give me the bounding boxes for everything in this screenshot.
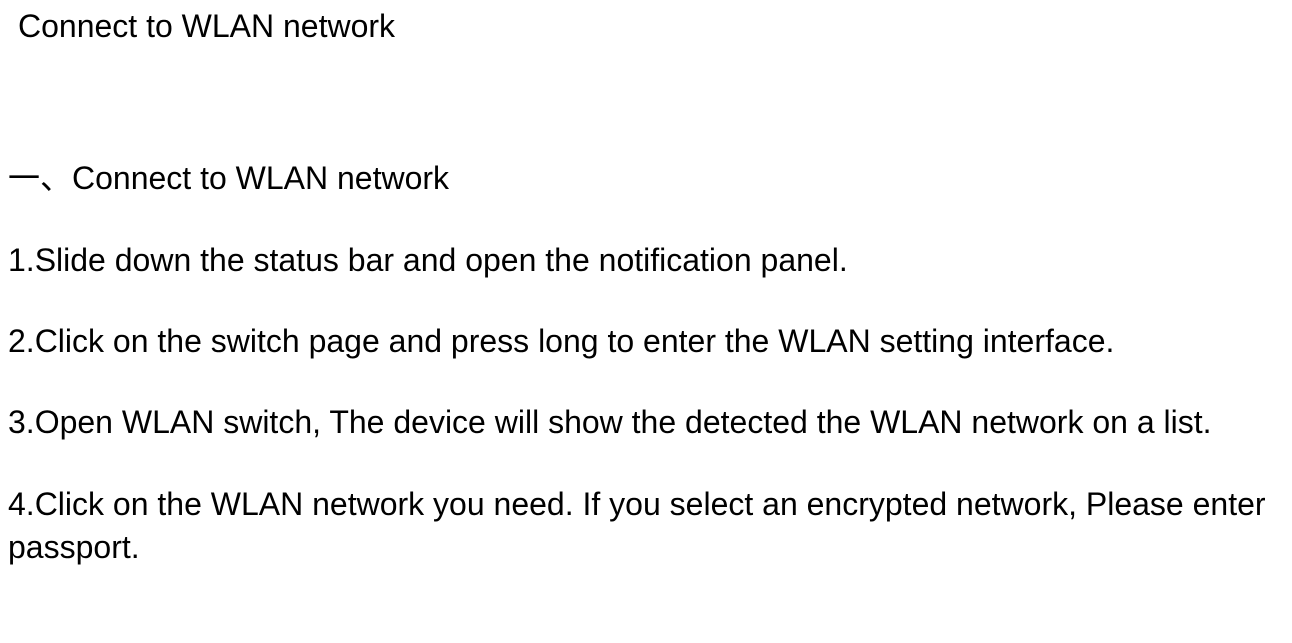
step-3: 3.Open WLAN switch, The device will show…: [8, 401, 1292, 444]
step-2: 2.Click on the switch page and press lon…: [8, 320, 1292, 363]
section-heading: 一、Connect to WLAN network: [8, 153, 1292, 199]
page-title: Connect to WLAN network: [18, 8, 1292, 45]
step-4: 4.Click on the WLAN network you need. If…: [8, 483, 1292, 569]
step-1: 1.Slide down the status bar and open the…: [8, 239, 1292, 282]
